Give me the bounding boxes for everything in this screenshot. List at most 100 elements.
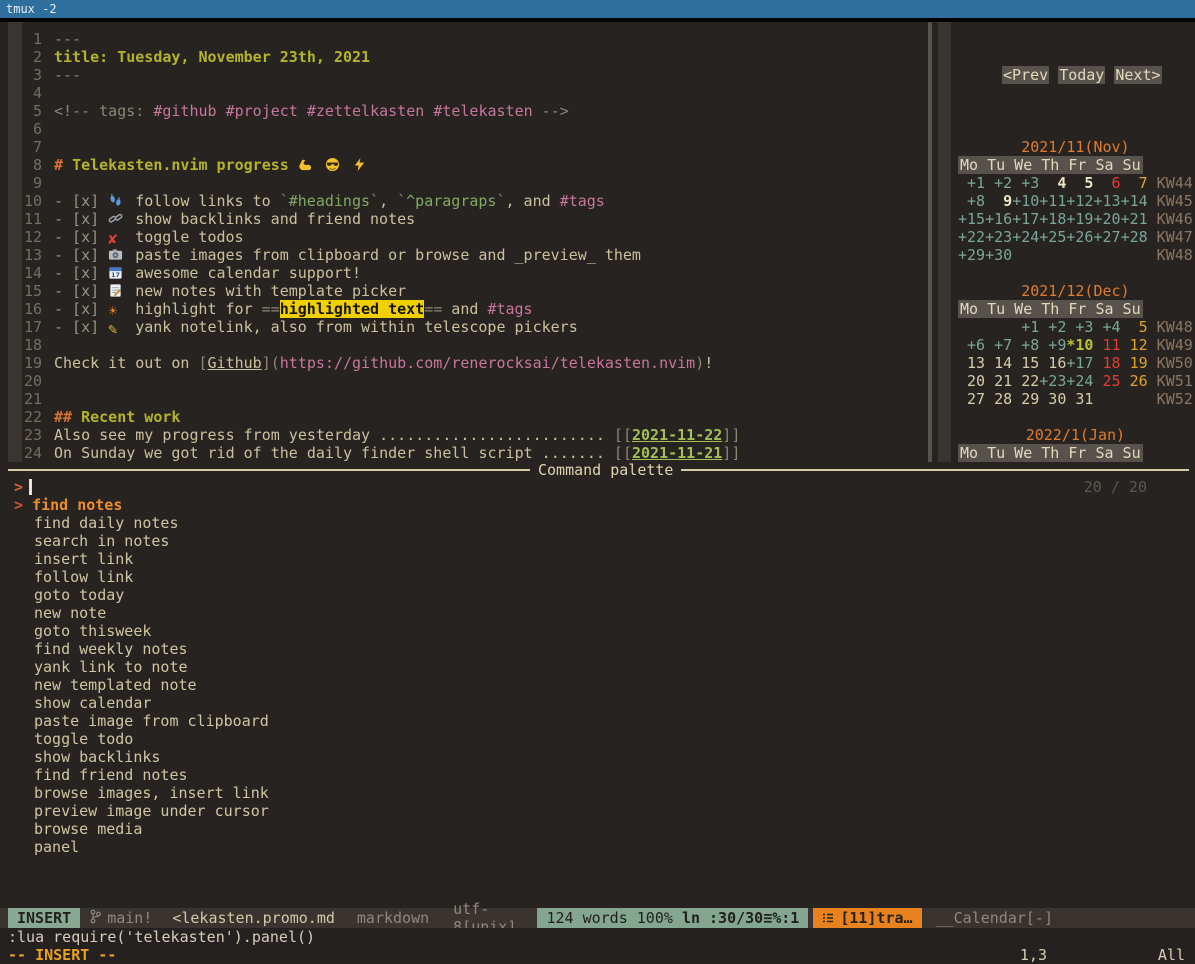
calendar-pane[interactable]: <Prev Today Next> 2021/11(Nov)Mo Tu We T… [932,22,1195,462]
calendar-day[interactable]: +10 [1012,192,1039,210]
calendar-day[interactable]: +4 [1093,318,1120,336]
calendar-day[interactable]: 27 [958,390,985,408]
calendar-day[interactable]: +15 [958,210,985,228]
palette-item[interactable]: browse media [0,820,1195,838]
calendar-day[interactable]: +14 [1121,192,1148,210]
link-text[interactable]: 2021-11-22 [632,426,722,444]
calendar-day[interactable]: +27 [1093,228,1120,246]
calendar-day[interactable]: 5 [1066,174,1093,192]
calendar-day[interactable]: 14 [985,354,1012,372]
palette-item[interactable]: show backlinks [0,748,1195,766]
calendar-day[interactable]: 30 [1039,390,1066,408]
palette-item[interactable]: new templated note [0,676,1195,694]
calendar-day[interactable]: 22 [1012,372,1039,390]
palette-item[interactable]: insert link [0,550,1195,568]
command-line[interactable]: :lua require('telekasten').panel() [0,928,1195,946]
link-text[interactable]: #tags [487,300,532,318]
palette-item[interactable]: browse images, insert link [0,784,1195,802]
palette-item[interactable]: paste image from clipboard [0,712,1195,730]
line-number: 4 [0,84,54,102]
calendar-day[interactable]: +8 [958,192,985,210]
calendar-day[interactable]: +2 [985,174,1012,192]
palette-item[interactable]: follow link [0,568,1195,586]
calendar-day[interactable]: +17 [1012,210,1039,228]
link-text[interactable]: 2021-11-21 [632,444,722,462]
palette-item[interactable]: goto today [0,586,1195,604]
palette-item[interactable]: panel [0,838,1195,856]
calendar-day[interactable]: +26 [1066,228,1093,246]
calendar-day[interactable]: 29 [1012,390,1039,408]
calendar-day[interactable]: +29 [958,246,985,264]
calendar-day[interactable]: +7 [985,336,1012,354]
calendar-day[interactable]: +25 [1039,228,1066,246]
calendar-day[interactable]: 7 [1121,174,1148,192]
calendar-next-button[interactable]: Next> [1114,66,1161,84]
calendar-day[interactable]: +23 [985,228,1012,246]
calendar-day[interactable]: +19 [1066,210,1093,228]
calendar-day[interactable]: 28 [985,390,1012,408]
palette-item[interactable]: toggle todo [0,730,1195,748]
calendar-day[interactable]: 18 [1093,354,1120,372]
calendar-day[interactable]: +20 [1093,210,1120,228]
calendar-day[interactable]: 31 [1066,390,1093,408]
calendar-day[interactable]: +12 [1066,192,1093,210]
calendar-day[interactable]: 4 [1039,174,1066,192]
calendar-day[interactable]: +16 [985,210,1012,228]
calendar-day[interactable]: +13 [1093,192,1120,210]
calendar-day[interactable]: *10 [1066,336,1093,354]
calendar-day[interactable]: +24 [1066,372,1093,390]
palette-item[interactable]: yank link to note [0,658,1195,676]
calendar-day[interactable]: 15 [1012,354,1039,372]
calendar-day[interactable]: 16 [1039,354,1066,372]
calendar-day[interactable]: +8 [1012,336,1039,354]
palette-item[interactable]: search in notes [0,532,1195,550]
calendar-day[interactable]: 12 [1121,336,1148,354]
calendar-day[interactable]: +30 [985,246,1012,264]
link-text[interactable]: #zettelkasten [307,102,424,120]
link-text[interactable]: https://github.com/renerocksai/telekaste… [280,354,695,372]
calendar-day[interactable]: 6 [1093,174,1120,192]
calendar-day[interactable]: +3 [1066,318,1093,336]
editor-pane[interactable]: 1---2title: Tuesday, November 23th, 2021… [0,22,928,462]
calendar-day[interactable]: +1 [958,174,985,192]
calendar-day[interactable]: +3 [1012,174,1039,192]
palette-item[interactable]: goto thisweek [0,622,1195,640]
calendar-day[interactable]: 5 [1121,318,1148,336]
calendar-day[interactable]: +6 [958,336,985,354]
calendar-day[interactable]: +18 [1039,210,1066,228]
calendar-day[interactable]: 26 [1121,372,1148,390]
palette-prompt-row[interactable]: > 20 / 20 [0,478,1195,496]
link-text[interactable]: #github [153,102,216,120]
calendar-day[interactable]: +24 [1012,228,1039,246]
link-text[interactable]: #tags [560,192,605,210]
calendar-day[interactable]: +11 [1039,192,1066,210]
palette-item[interactable]: find friend notes [0,766,1195,784]
calendar-day[interactable]: 25 [1093,372,1120,390]
palette-item[interactable]: preview image under cursor [0,802,1195,820]
calendar-day[interactable]: 21 [985,372,1012,390]
palette-item[interactable]: find weekly notes [0,640,1195,658]
calendar-day[interactable]: 20 [958,372,985,390]
link-text[interactable]: #project [226,102,298,120]
diagnostics-segment[interactable]: [11]tra… [813,908,921,928]
calendar-day[interactable]: +9 [1039,336,1066,354]
link-text[interactable]: #telekasten [433,102,532,120]
calendar-day[interactable]: 13 [958,354,985,372]
palette-item[interactable]: show calendar [0,694,1195,712]
calendar-day[interactable]: +21 [1121,210,1148,228]
palette-item[interactable]: new note [0,604,1195,622]
calendar-day[interactable]: +22 [958,228,985,246]
calendar-day[interactable]: +2 [1039,318,1066,336]
calendar-day[interactable]: +28 [1121,228,1148,246]
link-text[interactable]: Github [208,354,262,372]
calendar-day[interactable]: +17 [1066,354,1093,372]
calendar-day[interactable]: 11 [1093,336,1120,354]
calendar-prev-button[interactable]: <Prev [1002,66,1049,84]
calendar-day[interactable]: +23 [1039,372,1066,390]
palette-selected-item[interactable]: > find notes [0,496,1195,514]
palette-item[interactable]: find daily notes [0,514,1195,532]
calendar-day[interactable]: +1 [1012,318,1039,336]
calendar-today-button[interactable]: Today [1058,66,1105,84]
calendar-day[interactable]: 19 [1121,354,1148,372]
calendar-day[interactable]: 9 [985,192,1012,210]
